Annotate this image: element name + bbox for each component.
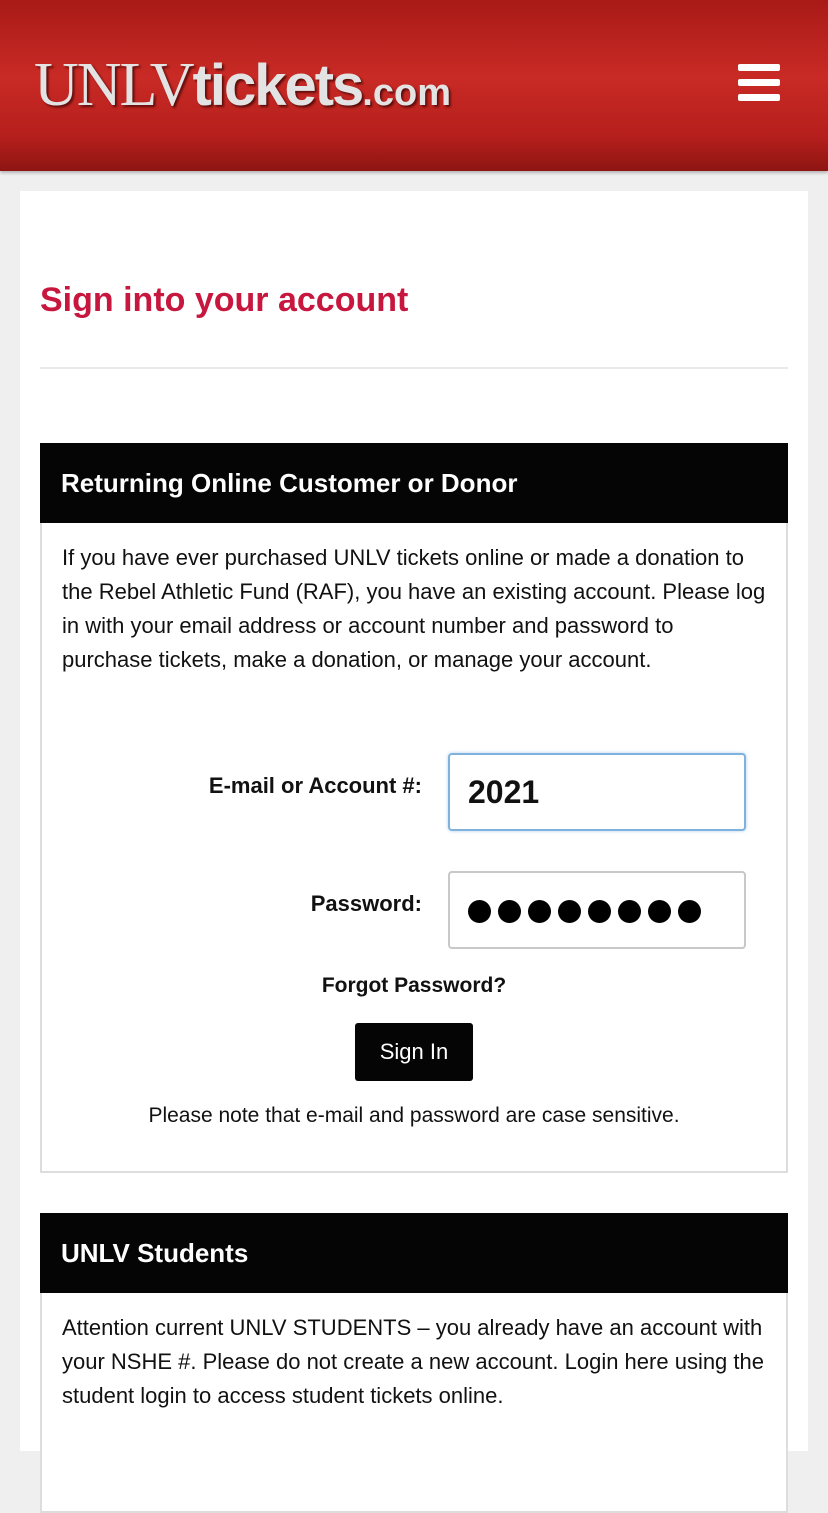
site-header: UNLVtickets.com [0, 0, 828, 171]
forgot-password-link[interactable]: Forgot Password? [42, 974, 786, 998]
students-panel-description: Attention current UNLV STUDENTS – you al… [62, 1315, 764, 1408]
sign-in-button[interactable]: Sign In [355, 1023, 473, 1081]
password-label: Password: [310, 891, 422, 916]
students-panel-heading: UNLV Students [40, 1213, 788, 1293]
site-logo[interactable]: UNLVtickets.com [34, 50, 451, 120]
email-field-value: 2021 [468, 774, 540, 810]
email-label: E-mail or Account #: [208, 773, 422, 798]
password-mask [468, 900, 701, 923]
email-field[interactable]: 2021 [448, 753, 746, 831]
hamburger-menu-icon[interactable] [738, 64, 780, 102]
logo-unlv-text: UNLV [34, 51, 195, 119]
returning-customer-panel: Returning Online Customer or Donor If yo… [40, 443, 788, 1173]
returning-panel-description: If you have ever purchased UNLV tickets … [62, 545, 766, 672]
returning-panel-heading: Returning Online Customer or Donor [40, 443, 788, 523]
unlv-students-panel: UNLV Students Attention current UNLV STU… [40, 1213, 788, 1513]
logo-domain-text: .com [362, 72, 451, 114]
page-title: Sign into your account [40, 281, 409, 319]
title-divider [40, 367, 788, 369]
case-sensitive-note: Please note that e-mail and password are… [148, 1104, 680, 1127]
password-field[interactable] [448, 871, 746, 949]
main-content: Sign into your account Returning Online … [20, 191, 808, 1513]
logo-tickets-text: tickets [192, 53, 365, 118]
